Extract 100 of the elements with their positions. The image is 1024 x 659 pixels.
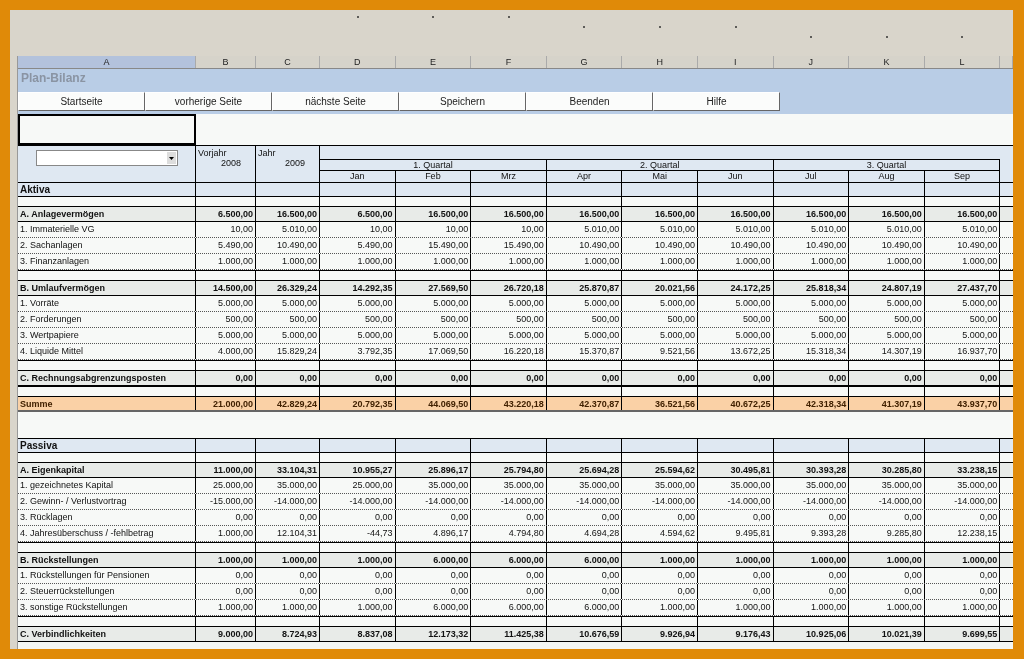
value-cell: 6.000,00 bbox=[546, 553, 623, 567]
value-cell: 10.490,00 bbox=[924, 238, 1001, 253]
column-header[interactable]: H bbox=[622, 56, 698, 68]
row-label: 2. Gewinn- / Verlustvortrag bbox=[18, 494, 196, 509]
column-header[interactable]: L bbox=[924, 56, 1001, 68]
value-cell: 10,00 bbox=[320, 222, 396, 237]
value-cell: 0,00 bbox=[196, 584, 256, 599]
value-cell: 500,00 bbox=[924, 312, 1001, 327]
value-cell: 0,00 bbox=[622, 371, 698, 385]
value-cell: 1.000,00 bbox=[849, 553, 925, 567]
value-cell: 9.926,94 bbox=[622, 627, 698, 641]
value-cell: 5.010,00 bbox=[697, 222, 774, 237]
value-cell: 17.069,50 bbox=[395, 344, 472, 359]
value-cell: 9.699,55 bbox=[924, 627, 1001, 641]
value-cell: 15.829,24 bbox=[256, 344, 320, 359]
value-cell: 10.676,59 bbox=[546, 627, 623, 641]
value-cell: 10.490,00 bbox=[773, 238, 850, 253]
value-cell: 14.307,19 bbox=[849, 344, 925, 359]
row-label: 1. Rückstellungen für Pensionen bbox=[18, 568, 196, 583]
selected-cell[interactable] bbox=[18, 114, 196, 145]
value-cell: 25.794,80 bbox=[471, 463, 547, 477]
value-cell: 5.000,00 bbox=[924, 328, 1001, 343]
dropdown-field[interactable] bbox=[35, 150, 178, 166]
value-cell: -14.000,00 bbox=[773, 494, 850, 509]
value-cell: 6.500,00 bbox=[196, 207, 256, 221]
value-cell: 5.000,00 bbox=[546, 296, 623, 311]
nav-button[interactable]: Hilfe bbox=[653, 92, 780, 111]
value-cell: 16.500,00 bbox=[256, 207, 320, 221]
value-cell: 500,00 bbox=[849, 312, 925, 327]
value-cell: 1.000,00 bbox=[773, 254, 850, 269]
value-cell: 43.937,70 bbox=[924, 397, 1001, 410]
value-cell: 4.794,80 bbox=[471, 526, 547, 541]
value-cell: 9.000,00 bbox=[196, 627, 256, 641]
column-header[interactable]: K bbox=[849, 56, 925, 68]
value-cell: 1.000,00 bbox=[546, 254, 623, 269]
value-cell: 44.069,50 bbox=[395, 397, 472, 410]
value-cell: 0,00 bbox=[256, 371, 320, 385]
value-cell: 5.010,00 bbox=[622, 222, 698, 237]
value-cell: 1.000,00 bbox=[924, 600, 1001, 615]
value-cell: 16.500,00 bbox=[697, 207, 774, 221]
row-label: 1. Immaterielle VG bbox=[18, 222, 196, 237]
column-header[interactable]: I bbox=[697, 56, 774, 68]
value-cell: 43.220,18 bbox=[471, 397, 547, 410]
value-cell: 0,00 bbox=[395, 371, 472, 385]
value-cell: 5.000,00 bbox=[471, 328, 547, 343]
value-cell: 4.896,17 bbox=[395, 526, 472, 541]
column-header[interactable]: B bbox=[196, 56, 256, 68]
value-cell: 16.500,00 bbox=[546, 207, 623, 221]
value-cell: 12.238,15 bbox=[924, 526, 1001, 541]
value-cell: 1.000,00 bbox=[395, 254, 472, 269]
value-cell: 16.500,00 bbox=[849, 207, 925, 221]
row-label: 3. Finanzanlagen bbox=[18, 254, 196, 269]
column-header[interactable]: A bbox=[18, 56, 196, 68]
value-cell: 16.500,00 bbox=[622, 207, 698, 221]
value-cell: 5.000,00 bbox=[697, 328, 774, 343]
value-cell: 30.393,28 bbox=[773, 463, 850, 477]
value-cell: 0,00 bbox=[773, 584, 850, 599]
nav-button[interactable]: nächste Seite bbox=[272, 92, 399, 111]
column-header[interactable]: D bbox=[320, 56, 396, 68]
value-cell: 9.393,28 bbox=[773, 526, 850, 541]
value-cell: -14.000,00 bbox=[849, 494, 925, 509]
column-header[interactable]: F bbox=[471, 56, 547, 68]
value-cell: 13.672,25 bbox=[697, 344, 774, 359]
row-label: A. Eigenkapital bbox=[18, 463, 196, 477]
column-header[interactable]: G bbox=[546, 56, 623, 68]
value-cell: 21.000,00 bbox=[196, 397, 256, 410]
value-cell: -14.000,00 bbox=[256, 494, 320, 509]
value-cell: 0,00 bbox=[546, 510, 623, 525]
value-cell: 0,00 bbox=[320, 568, 396, 583]
nav-button[interactable]: Startseite bbox=[18, 92, 145, 111]
value-cell: 0,00 bbox=[849, 568, 925, 583]
value-cell: 16.220,18 bbox=[471, 344, 547, 359]
value-cell: 5.010,00 bbox=[256, 222, 320, 237]
nav-button[interactable]: Speichern bbox=[399, 92, 526, 111]
value-cell: -44,73 bbox=[320, 526, 396, 541]
column-header[interactable]: C bbox=[256, 56, 320, 68]
value-cell: 15.490,00 bbox=[471, 238, 547, 253]
value-cell: 5.000,00 bbox=[256, 328, 320, 343]
value-cell: 0,00 bbox=[697, 584, 774, 599]
value-cell: 9.285,80 bbox=[849, 526, 925, 541]
value-cell: 500,00 bbox=[320, 312, 396, 327]
column-header[interactable]: J bbox=[773, 56, 850, 68]
value-cell: 27.437,70 bbox=[924, 281, 1001, 295]
value-cell: 5.010,00 bbox=[849, 222, 925, 237]
caret-icon bbox=[166, 152, 176, 164]
row-label: Summe bbox=[18, 397, 196, 410]
value-cell: 25.694,28 bbox=[546, 463, 623, 477]
nav-button[interactable]: Beenden bbox=[526, 92, 653, 111]
row-label: 2. Steuerrückstellungen bbox=[18, 584, 196, 599]
value-cell: 27.569,50 bbox=[395, 281, 472, 295]
column-header[interactable]: E bbox=[395, 56, 472, 68]
value-cell: 4.000,00 bbox=[196, 344, 256, 359]
row-label: C. Rechnungsabgrenzungsposten bbox=[18, 371, 196, 385]
value-cell: 1.000,00 bbox=[196, 254, 256, 269]
value-cell: 35.000,00 bbox=[697, 478, 774, 493]
value-cell: 1.000,00 bbox=[773, 553, 850, 567]
row-label: A. Anlagevermögen bbox=[18, 207, 196, 221]
value-cell: 10.021,39 bbox=[849, 627, 925, 641]
row-label: C. Verbindlichkeiten bbox=[18, 627, 196, 641]
nav-button[interactable]: vorherige Seite bbox=[145, 92, 272, 111]
